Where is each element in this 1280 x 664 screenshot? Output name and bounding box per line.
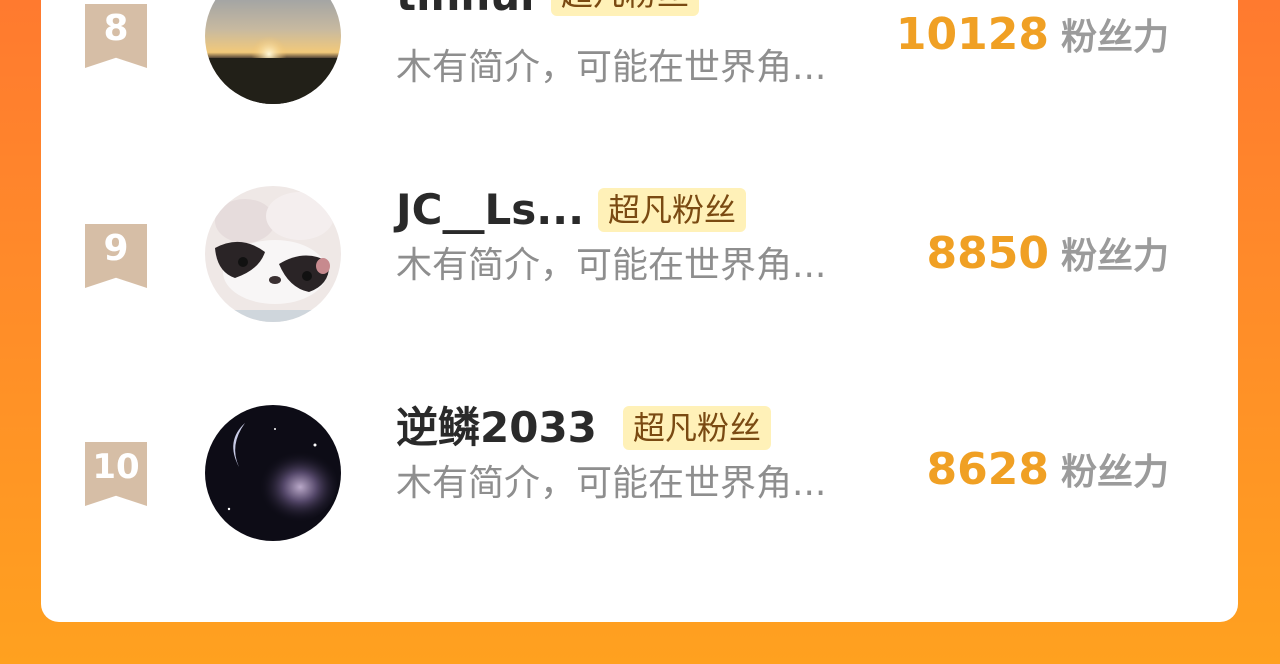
night-sky-avatar-image xyxy=(205,405,341,541)
user-bio: 木有简介，可能在世界角... xyxy=(396,245,827,286)
list-item[interactable]: 10 逆鳞2033 超凡粉丝 木有简介，可能在世界角... 8628 粉丝力 xyxy=(41,398,1238,598)
sunset-avatar-image xyxy=(205,0,341,104)
fan-ranking-card: 8 木有简介，可能在世界角... 10128 粉丝力 9 JC__Ls... 超… xyxy=(41,0,1238,622)
user-bio: 木有简介，可能在世界角... xyxy=(396,463,827,504)
score-unit: 粉丝力 xyxy=(1060,452,1169,493)
rank-number: 9 xyxy=(103,228,129,269)
score-value: 10128 xyxy=(895,9,1049,60)
super-fan-badge: 超凡粉丝 xyxy=(623,406,772,450)
username[interactable]: tinhui xyxy=(396,0,535,22)
score-unit: 粉丝力 xyxy=(1060,236,1169,277)
score-value: 8628 xyxy=(926,444,1049,495)
list-item[interactable]: 8 木有简介，可能在世界角... 10128 粉丝力 xyxy=(41,0,1238,180)
username[interactable]: JC__Ls... xyxy=(396,184,584,236)
super-fan-badge: 超凡粉丝 xyxy=(598,188,747,232)
rank-number: 8 xyxy=(103,8,129,49)
avatar[interactable] xyxy=(205,405,341,541)
list-item[interactable]: 9 JC__Ls... 超凡粉丝 木有简介，可能在世界角... 8850 粉丝力 xyxy=(41,180,1238,380)
fan-power-score: 8628 粉丝力 xyxy=(927,442,1169,507)
fan-power-score: 8850 粉丝力 xyxy=(927,226,1169,291)
super-fan-badge: 超凡粉丝 xyxy=(551,0,700,16)
avatar[interactable] xyxy=(205,186,341,322)
husky-puppy-avatar-image xyxy=(205,186,341,322)
rank-ribbon: 9 xyxy=(85,224,147,288)
rank-number: 10 xyxy=(92,447,140,487)
rank-ribbon: 10 xyxy=(85,442,147,506)
rank-ribbon: 8 xyxy=(85,4,147,68)
fan-power-score: 10128 粉丝力 xyxy=(896,7,1169,72)
score-value: 8850 xyxy=(926,228,1049,279)
username[interactable]: 逆鳞2033 xyxy=(396,402,597,454)
avatar[interactable] xyxy=(205,0,341,104)
user-bio: 木有简介，可能在世界角... xyxy=(396,47,827,88)
score-unit: 粉丝力 xyxy=(1060,17,1169,58)
